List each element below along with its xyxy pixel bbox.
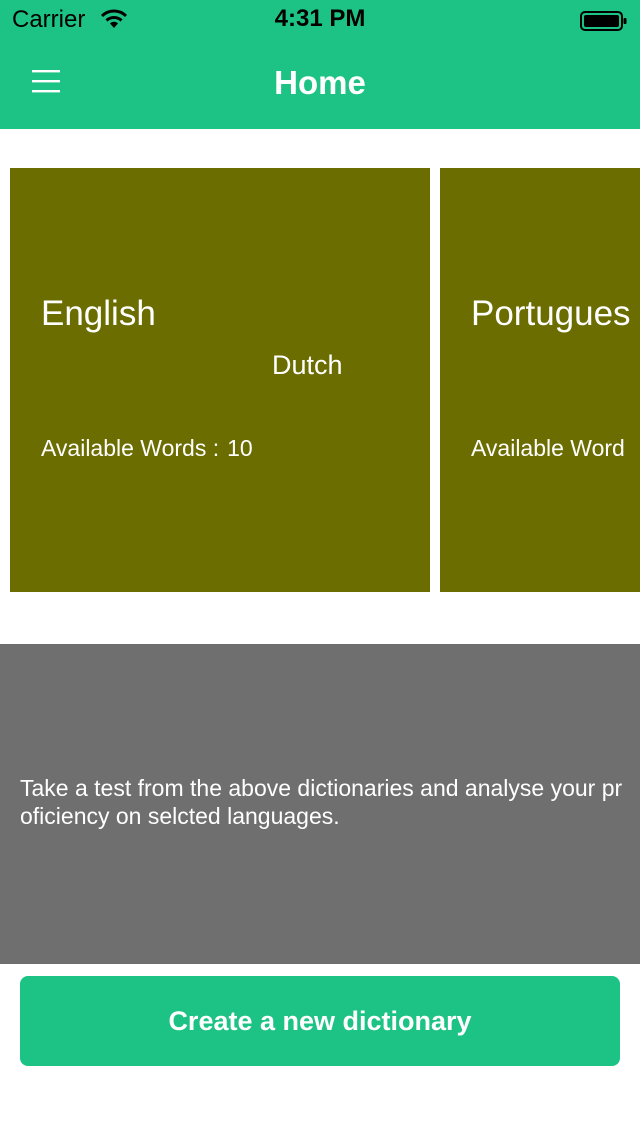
dictionary-card[interactable]: English Dutch Available Words : 10 [10,168,430,592]
page-title: Home [274,64,366,101]
source-language: Portugues [471,294,631,333]
available-words-count: 10 [227,435,253,461]
create-dictionary-button[interactable]: Create a new dictionary [20,976,620,1066]
status-bar: Carrier 4:31 PM [0,0,640,40]
target-language: Dutch [272,350,343,380]
available-words: Available Words : 10 [41,435,253,462]
header: Carrier 4:31 PM Home [0,0,640,129]
nav-bar: Home [0,40,640,129]
info-panel: Take a test from the above dictionaries … [0,644,640,964]
info-text: Take a test from the above dictionaries … [20,775,623,829]
battery-icon [580,10,628,32]
source-language: English [41,294,156,333]
available-words-label: Available Words : [41,435,220,461]
dictionary-carousel[interactable]: English Dutch Available Words : 10 Portug… [0,168,640,592]
available-words-label: Available Word [471,435,625,461]
status-time: 4:31 PM [274,5,366,32]
available-words: Available Word [471,435,625,462]
dictionary-card[interactable]: Portugues Available Word [440,168,640,592]
